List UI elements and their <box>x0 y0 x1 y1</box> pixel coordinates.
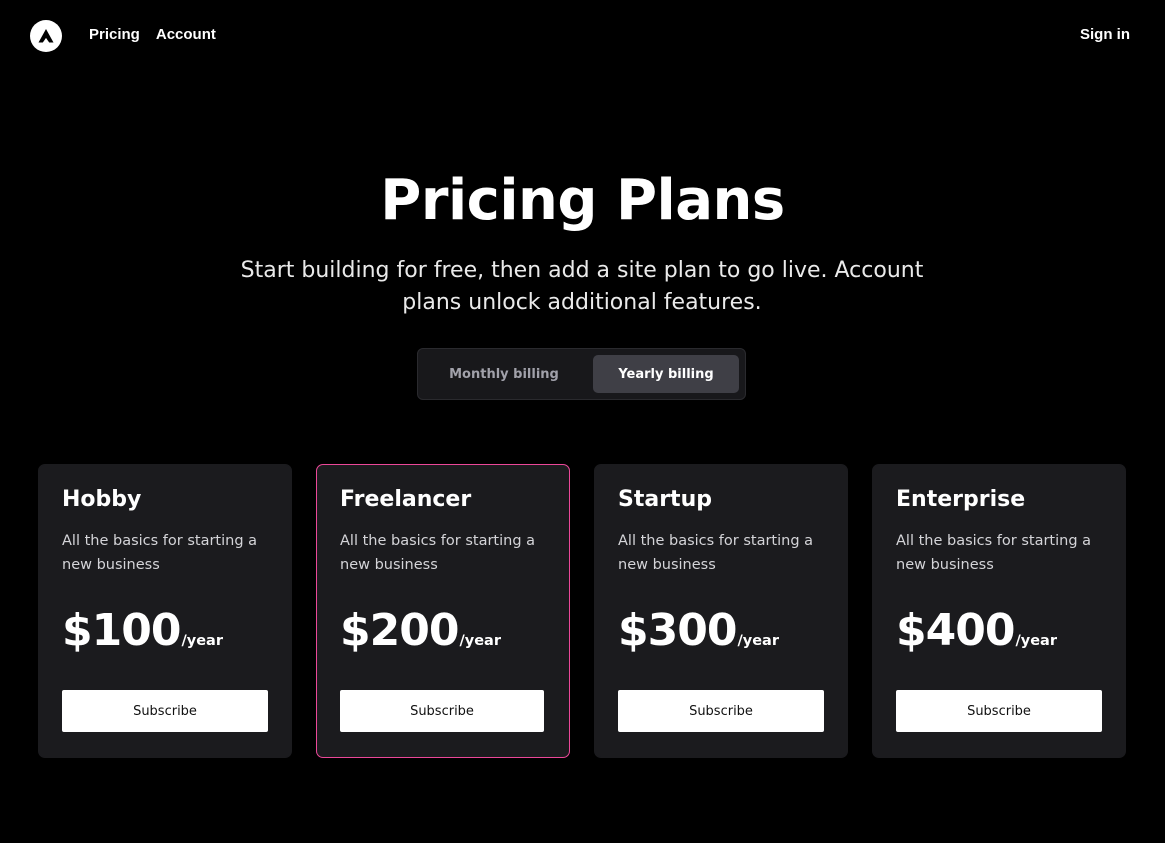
plan-description: All the basics for starting a new busine… <box>618 533 814 573</box>
price-amount: $300 <box>618 605 737 656</box>
page-title: Pricing Plans <box>380 168 785 233</box>
plan-price: $100 /year <box>62 605 223 656</box>
pricing-page: Pricing Account Sign in Pricing Plans St… <box>0 0 1165 843</box>
nav-link-pricing[interactable]: Pricing <box>89 26 140 43</box>
sign-in-link[interactable]: Sign in <box>1080 26 1130 43</box>
price-amount: $200 <box>340 605 459 656</box>
subscribe-button[interactable]: Subscribe <box>618 690 824 732</box>
plan-card-enterprise: Enterprise All the basics for starting a… <box>872 464 1126 758</box>
plan-name: Startup <box>618 487 712 512</box>
price-amount: $400 <box>896 605 1015 656</box>
monthly-billing-button[interactable]: Monthly billing <box>426 355 582 393</box>
plan-price: $200 /year <box>340 605 501 656</box>
main-nav: Pricing Account <box>89 26 216 43</box>
plan-description: All the basics for starting a new busine… <box>340 533 536 573</box>
plan-card-hobby: Hobby All the basics for starting a new … <box>38 464 292 758</box>
plan-description: All the basics for starting a new busine… <box>62 533 258 573</box>
plan-name: Hobby <box>62 487 142 512</box>
billing-toggle: Monthly billing Yearly billing <box>417 348 746 400</box>
subscribe-button[interactable]: Subscribe <box>340 690 544 732</box>
price-period: /year <box>459 633 501 649</box>
triangle-logo-icon[interactable] <box>30 20 62 52</box>
subscribe-button[interactable]: Subscribe <box>896 690 1102 732</box>
plan-price: $300 /year <box>618 605 779 656</box>
page-subtitle: Start building for free, then add a site… <box>240 258 924 315</box>
plan-name: Freelancer <box>340 487 472 512</box>
top-navigation-bar: Pricing Account Sign in <box>0 0 1165 72</box>
plan-card-freelancer: Freelancer All the basics for starting a… <box>316 464 570 758</box>
plan-name: Enterprise <box>896 487 1026 512</box>
price-amount: $100 <box>62 605 181 656</box>
price-period: /year <box>737 633 779 649</box>
price-period: /year <box>181 633 223 649</box>
plan-card-startup: Startup All the basics for starting a ne… <box>594 464 848 758</box>
plan-price: $400 /year <box>896 605 1057 656</box>
price-period: /year <box>1015 633 1057 649</box>
nav-link-account[interactable]: Account <box>156 26 216 43</box>
plan-description: All the basics for starting a new busine… <box>896 533 1092 573</box>
yearly-billing-button[interactable]: Yearly billing <box>593 355 739 393</box>
subscribe-button[interactable]: Subscribe <box>62 690 268 732</box>
